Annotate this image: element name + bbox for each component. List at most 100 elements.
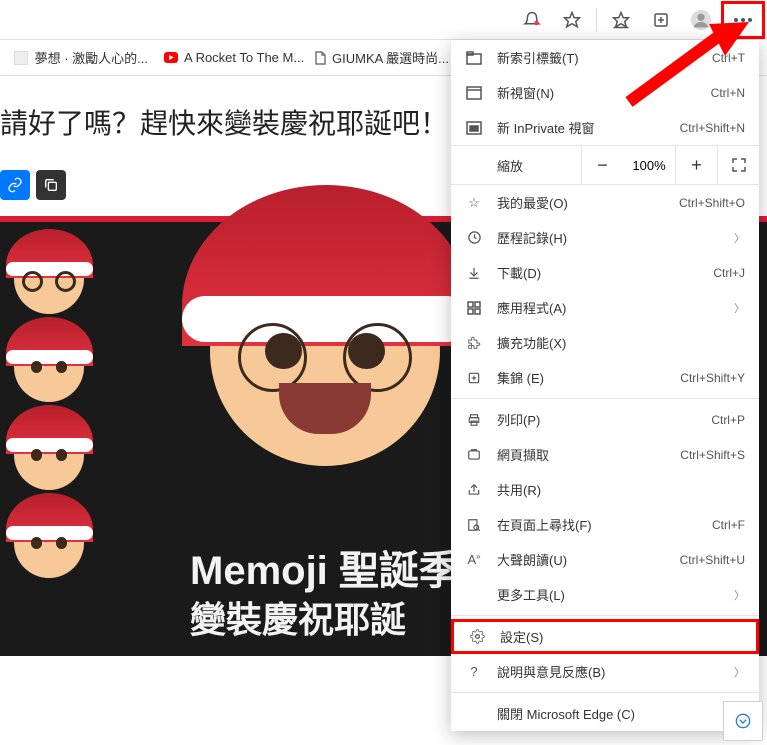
- menu-print[interactable]: 列印(P) Ctrl+P: [451, 402, 759, 437]
- link-icon[interactable]: [0, 170, 30, 200]
- menu-shortcut: Ctrl+T: [712, 51, 745, 65]
- menu-label: 新索引標籤(T): [497, 48, 698, 67]
- menu-shortcut: Ctrl+Shift+N: [680, 121, 745, 135]
- chevron-right-icon: 〉: [734, 230, 745, 246]
- memoji-large: [210, 236, 440, 466]
- inprivate-icon: [465, 121, 483, 135]
- zoom-in-button[interactable]: +: [675, 145, 717, 185]
- blank-favicon-icon: [14, 50, 29, 66]
- menu-favorites[interactable]: ☆ 我的最愛(O) Ctrl+Shift+O: [451, 185, 759, 220]
- menu-collections[interactable]: 集錦 (E) Ctrl+Shift+Y: [451, 360, 759, 395]
- menu-label: 新視窗(N): [497, 83, 697, 102]
- favorite-star-icon[interactable]: [552, 0, 592, 40]
- favorites-list-icon[interactable]: [601, 0, 641, 40]
- menu-new-window[interactable]: 新視窗(N) Ctrl+N: [451, 75, 759, 110]
- history-icon: [465, 230, 483, 245]
- zoom-out-button[interactable]: −: [581, 145, 623, 185]
- copy-icon[interactable]: [36, 170, 66, 200]
- hero-title-line2: 變裝慶祝耶誕: [190, 597, 459, 644]
- gear-icon: [468, 629, 486, 644]
- menu-new-tab[interactable]: 新索引標籤(T) Ctrl+T: [451, 40, 759, 75]
- menu-settings[interactable]: 設定(S): [451, 619, 759, 654]
- menu-label: 我的最愛(O): [497, 193, 665, 212]
- menu-label: 網頁擷取: [497, 445, 666, 464]
- menu-history[interactable]: 歷程記錄(H) 〉: [451, 220, 759, 255]
- browser-toolbar: [0, 0, 767, 40]
- menu-label: 下載(D): [497, 263, 699, 282]
- menu-shortcut: Ctrl+N: [711, 86, 745, 100]
- menu-help[interactable]: ? 說明與意見反應(B) 〉: [451, 654, 759, 689]
- menu-find[interactable]: 在頁面上尋找(F) Ctrl+F: [451, 507, 759, 542]
- menu-label: 集錦 (E): [497, 368, 666, 387]
- profile-icon[interactable]: [681, 0, 721, 40]
- menu-share[interactable]: 共用(R): [451, 472, 759, 507]
- chevron-right-icon: 〉: [734, 300, 745, 316]
- menu-label: 說明與意見反應(B): [497, 662, 720, 681]
- menu-label: 應用程式(A): [497, 298, 720, 317]
- window-icon: [465, 86, 483, 100]
- menu-label: 新 InPrivate 視窗: [497, 118, 666, 137]
- fullscreen-button[interactable]: [717, 145, 759, 185]
- menu-shortcut: Ctrl+Shift+Y: [680, 371, 745, 385]
- star-icon: ☆: [465, 195, 483, 211]
- menu-shortcut: Ctrl+J: [713, 266, 745, 280]
- menu-label: 在頁面上尋找(F): [497, 515, 698, 534]
- bookmark-item[interactable]: A Rocket To The M...: [156, 50, 306, 66]
- memoji-small: [14, 420, 84, 490]
- bookmark-item[interactable]: GIUMKA 嚴選時尚...: [306, 48, 456, 67]
- menu-label: 擴充功能(X): [497, 333, 745, 352]
- more-button[interactable]: [721, 1, 765, 39]
- menu-label: 更多工具(L): [497, 585, 720, 604]
- tab-icon: [465, 51, 483, 65]
- menu-apps[interactable]: 應用程式(A) 〉: [451, 290, 759, 325]
- memoji-small: [14, 244, 84, 314]
- menu-shortcut: Ctrl+P: [711, 413, 745, 427]
- zoom-value: 100%: [623, 158, 675, 173]
- menu-close-edge[interactable]: 關閉 Microsoft Edge (C): [451, 696, 759, 731]
- help-icon: ?: [465, 664, 483, 679]
- zoom-label: 縮放: [451, 156, 581, 175]
- chevron-right-icon: 〉: [734, 587, 745, 603]
- menu-shortcut: Ctrl+Shift+O: [679, 196, 745, 210]
- webcapture-icon: [465, 448, 483, 462]
- memoji-small: [14, 508, 84, 578]
- hero-title: Memoji 聖誕季 變裝慶祝耶誕: [190, 545, 459, 644]
- menu-extensions[interactable]: 擴充功能(X): [451, 325, 759, 360]
- collections-icon: [465, 371, 483, 385]
- bookmark-label: A Rocket To The M...: [184, 50, 304, 65]
- browser-menu: 新索引標籤(T) Ctrl+T 新視窗(N) Ctrl+N 新 InPrivat…: [451, 40, 759, 731]
- menu-shortcut: Ctrl+Shift+S: [680, 448, 745, 462]
- page-favicon-icon: [314, 50, 326, 66]
- menu-new-inprivate[interactable]: 新 InPrivate 視窗 Ctrl+Shift+N: [451, 110, 759, 145]
- notifications-icon[interactable]: [512, 0, 552, 40]
- menu-label: 大聲朗讀(U): [497, 550, 666, 569]
- menu-webcapture[interactable]: 網頁擷取 Ctrl+Shift+S: [451, 437, 759, 472]
- menu-readaloud[interactable]: A» 大聲朗讀(U) Ctrl+Shift+U: [451, 542, 759, 577]
- apps-icon: [465, 301, 483, 315]
- menu-downloads[interactable]: 下載(D) Ctrl+J: [451, 255, 759, 290]
- collections-icon[interactable]: [641, 0, 681, 40]
- menu-shortcut: Ctrl+F: [712, 518, 745, 532]
- youtube-favicon-icon: [164, 50, 178, 66]
- menu-label: 共用(R): [497, 480, 745, 499]
- menu-label: 關閉 Microsoft Edge (C): [497, 704, 745, 723]
- extensions-icon: [465, 336, 483, 350]
- menu-label: 列印(P): [497, 410, 697, 429]
- readaloud-icon: A»: [465, 552, 483, 567]
- find-icon: [465, 518, 483, 532]
- scroll-tool-button[interactable]: [723, 701, 763, 741]
- bookmark-label: 夢想 · 激勵人心的...: [35, 48, 148, 67]
- menu-shortcut: Ctrl+Shift+U: [680, 553, 745, 567]
- chevron-right-icon: 〉: [734, 664, 745, 680]
- memoji-small: [14, 332, 84, 402]
- bookmark-item[interactable]: 夢想 · 激勵人心的...: [6, 48, 156, 67]
- bookmark-label: GIUMKA 嚴選時尚...: [332, 48, 449, 67]
- menu-zoom-row: 縮放 − 100% +: [451, 145, 759, 185]
- menu-label: 設定(S): [500, 627, 742, 646]
- print-icon: [465, 413, 483, 427]
- menu-moretools[interactable]: 更多工具(L) 〉: [451, 577, 759, 612]
- share-icon: [465, 483, 483, 497]
- menu-label: 歷程記錄(H): [497, 228, 720, 247]
- download-icon: [465, 266, 483, 280]
- hero-title-line1: Memoji 聖誕季: [190, 545, 459, 597]
